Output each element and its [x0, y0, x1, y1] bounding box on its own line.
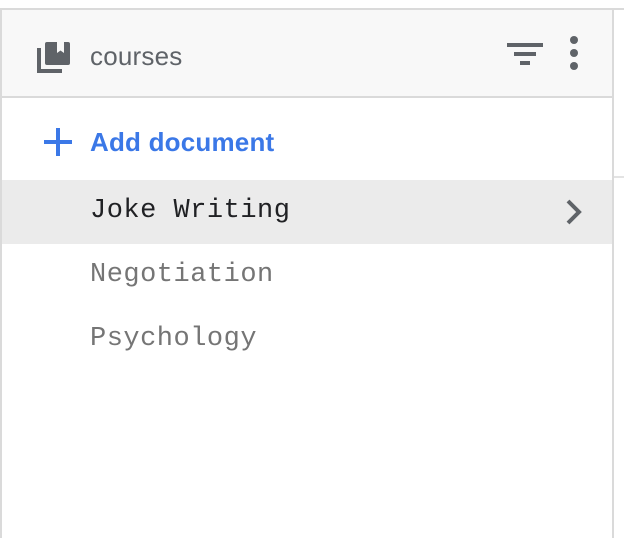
collections-icon	[36, 40, 72, 74]
document-item-joke-writing[interactable]: Joke Writing	[2, 180, 612, 244]
add-document-label: Add document	[90, 126, 275, 157]
document-label: Negotiation	[90, 260, 274, 290]
collection-title: courses	[90, 41, 183, 71]
document-label: Joke Writing	[90, 196, 291, 226]
document-list: Joke Writing Negotiation Psychology	[2, 180, 612, 372]
filter-icon	[507, 41, 543, 72]
document-item-psychology[interactable]: Psychology	[2, 308, 612, 372]
document-item-negotiation[interactable]: Negotiation	[2, 244, 612, 308]
adjacent-panel-edge	[614, 8, 624, 178]
collection-panel: courses Add document Joke Writing Negoti…	[0, 8, 614, 538]
plus-icon	[42, 126, 74, 158]
document-label: Psychology	[90, 324, 258, 354]
more-options-button[interactable]	[554, 32, 594, 78]
filter-button[interactable]	[502, 36, 548, 76]
collection-header: courses	[2, 10, 612, 98]
more-vert-icon	[569, 35, 579, 75]
add-document-button[interactable]: Add document	[42, 122, 274, 162]
chevron-right-icon	[562, 198, 586, 226]
